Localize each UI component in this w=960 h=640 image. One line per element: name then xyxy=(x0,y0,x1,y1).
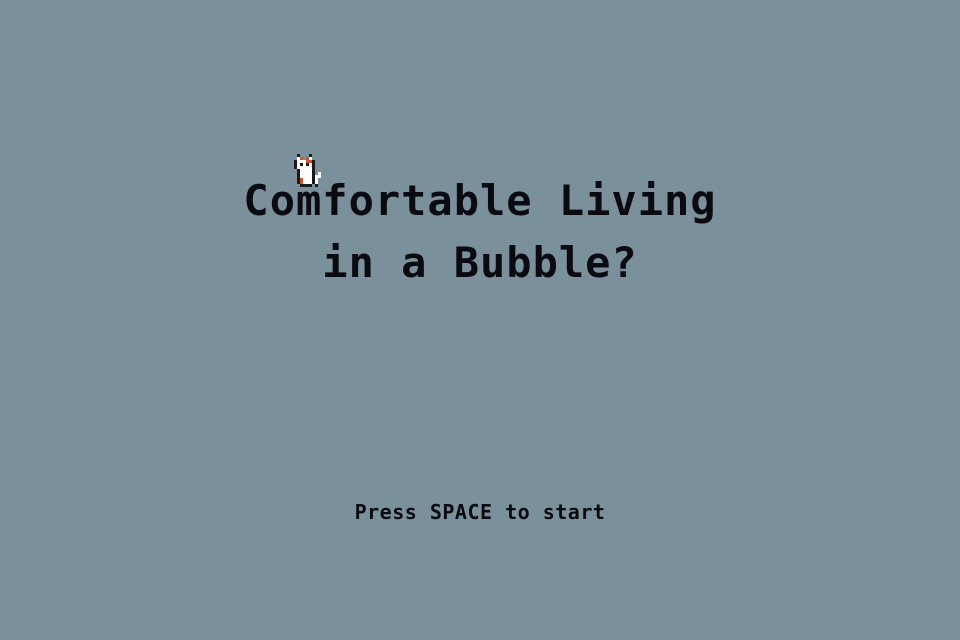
game-title-line-1: Comfortable Living xyxy=(243,176,717,225)
press-space-prompt: Press SPACE to start xyxy=(354,500,606,524)
title-screen[interactable]: Comfortable Living in a Bubble? Press SP… xyxy=(0,0,960,640)
game-title: Comfortable Living in a Bubble? xyxy=(0,170,960,294)
game-title-line-2: in a Bubble? xyxy=(322,238,638,287)
cat-icon xyxy=(294,154,321,187)
